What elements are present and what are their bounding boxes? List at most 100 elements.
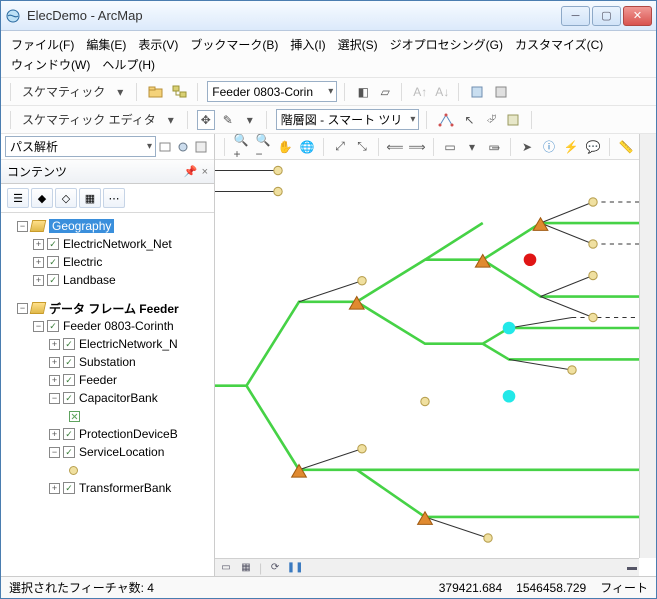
- prev-extent-icon[interactable]: ⟸: [386, 137, 404, 157]
- layout-props-icon[interactable]: [504, 110, 524, 130]
- editor-menu-dd[interactable]: ▾: [162, 110, 180, 130]
- checkbox[interactable]: ✓: [47, 320, 59, 332]
- expand-icon[interactable]: +: [49, 357, 60, 368]
- expand-icon[interactable]: +: [33, 275, 44, 286]
- tab-selection-icon[interactable]: ▦: [79, 188, 101, 208]
- checkbox[interactable]: ✓: [63, 392, 75, 404]
- expand-icon[interactable]: +: [49, 375, 60, 386]
- new-window-icon[interactable]: ◧: [354, 82, 372, 102]
- checkbox[interactable]: ✓: [63, 446, 75, 458]
- menu-view[interactable]: 表示(V): [138, 35, 178, 55]
- select-features-icon[interactable]: ▭: [441, 137, 459, 157]
- menu-bookmarks[interactable]: ブックマーク(B): [190, 35, 278, 55]
- props-1-icon[interactable]: [468, 82, 488, 102]
- cursor-icon[interactable]: ⮰: [482, 110, 500, 130]
- toc-title: コンテンツ: [7, 163, 180, 180]
- tree-layout-icon[interactable]: [436, 110, 456, 130]
- move-tool-icon[interactable]: ✥: [197, 110, 215, 130]
- identify-icon[interactable]: ⓘ: [540, 137, 558, 157]
- status-selected: 選択されたフィーチャ数: 4: [9, 579, 154, 596]
- font-dec-icon: A↓: [433, 82, 451, 102]
- checkbox[interactable]: ✓: [47, 274, 59, 286]
- layers-icon: [30, 220, 47, 232]
- tab-options-icon[interactable]: ⋯: [103, 188, 125, 208]
- toolbar-schematic: スケマティック▾ Feeder 0803-Corin ◧ ▱ A↑ A↓: [1, 78, 656, 106]
- checkbox[interactable]: ✓: [47, 256, 59, 268]
- select-arrow-icon[interactable]: ↖: [460, 110, 478, 130]
- menu-insert[interactable]: 挿入(I): [290, 35, 325, 55]
- checkbox[interactable]: ✓: [63, 356, 75, 368]
- pin-icon[interactable]: 📌: [184, 165, 198, 178]
- map-view[interactable]: 🔍+ 🔍− ✋ 🌐 ⤢ ⤡ ⟸ ⟹ ▭▾ ▭̶ ➤ ⓘ ⚡ 💬 📏: [215, 134, 656, 576]
- titlebar: ElecDemo - ArcMap ─ ▢ ✕: [1, 1, 656, 31]
- props-2-icon[interactable]: [492, 82, 512, 102]
- map-scroll-vertical[interactable]: [639, 134, 656, 558]
- select-dd[interactable]: ▾: [463, 137, 481, 157]
- expand-icon[interactable]: +: [49, 429, 60, 440]
- hyperlink-icon[interactable]: ⚡: [562, 137, 580, 157]
- html-popup-icon[interactable]: 💬: [584, 137, 602, 157]
- layout-dd-label: 階層図 - スマート ツリ: [281, 111, 403, 128]
- pan-icon[interactable]: ✋: [276, 137, 294, 157]
- maximize-button[interactable]: ▢: [592, 6, 621, 26]
- na-dropdown[interactable]: パス解析: [5, 136, 156, 157]
- tab-visibility-icon[interactable]: ◇: [55, 188, 77, 208]
- toc-tree[interactable]: −Geography +✓ElectricNetwork_Net +✓Elect…: [1, 213, 214, 576]
- measure-icon[interactable]: 📏: [617, 137, 635, 157]
- collapse-icon[interactable]: −: [49, 393, 60, 404]
- menu-file[interactable]: ファイル(F): [11, 35, 74, 55]
- expand-icon[interactable]: +: [33, 257, 44, 268]
- checkbox[interactable]: ✓: [63, 338, 75, 350]
- refresh-icon[interactable]: ⟳: [268, 562, 282, 574]
- checkbox[interactable]: ✓: [63, 374, 75, 386]
- expand-icon[interactable]: +: [49, 483, 60, 494]
- open-folder-icon[interactable]: [146, 82, 166, 102]
- folder-tree-icon[interactable]: [170, 82, 190, 102]
- zoom-out-icon[interactable]: 🔍−: [254, 137, 272, 157]
- layer-item: +✓Landbase: [3, 271, 212, 289]
- export-icon[interactable]: ▱: [376, 82, 394, 102]
- tab-draworder-icon[interactable]: ☰: [7, 188, 29, 208]
- feeder-dropdown[interactable]: Feeder 0803-Corin: [207, 81, 337, 102]
- collapse-icon[interactable]: −: [17, 303, 28, 314]
- na-btn3-icon[interactable]: [192, 137, 210, 157]
- edit-dd[interactable]: ▾: [241, 110, 259, 130]
- minimize-button[interactable]: ─: [561, 6, 590, 26]
- collapse-icon[interactable]: −: [17, 221, 28, 232]
- layer-servicelocation: −✓ServiceLocation: [3, 443, 212, 461]
- menu-customize[interactable]: カスタマイズ(C): [515, 35, 603, 55]
- layout-dropdown[interactable]: 階層図 - スマート ツリ: [276, 109, 420, 130]
- checkbox[interactable]: ✓: [63, 482, 75, 494]
- layout-view-icon[interactable]: ▦: [239, 562, 253, 574]
- menu-window[interactable]: ウィンドウ(W): [11, 55, 90, 75]
- na-btn2-icon[interactable]: [174, 137, 192, 157]
- close-button[interactable]: ✕: [623, 6, 652, 26]
- clear-sel-icon[interactable]: ▭̶: [485, 137, 503, 157]
- menu-geoprocessing[interactable]: ジオプロセシング(G): [390, 35, 503, 55]
- scroll-thumb-icon[interactable]: ▬: [625, 562, 639, 574]
- expand-icon[interactable]: +: [33, 239, 44, 250]
- service-symbol-icon: [69, 466, 78, 475]
- pause-icon[interactable]: ❚❚: [288, 562, 302, 574]
- checkbox[interactable]: ✓: [63, 428, 75, 440]
- zoom-to-out-icon[interactable]: ⤡: [353, 137, 371, 157]
- checkbox[interactable]: ✓: [47, 238, 59, 250]
- data-view-icon[interactable]: ▭: [219, 562, 233, 574]
- menu-help[interactable]: ヘルプ(H): [102, 55, 155, 75]
- pointer-icon[interactable]: ➤: [518, 137, 536, 157]
- collapse-icon[interactable]: −: [49, 447, 60, 458]
- tab-source-icon[interactable]: ◆: [31, 188, 53, 208]
- expand-icon[interactable]: +: [49, 339, 60, 350]
- edit-tool-icon[interactable]: ✎: [219, 110, 237, 130]
- capacitor-symbol-icon: [69, 411, 80, 422]
- menu-edit[interactable]: 編集(E): [86, 35, 126, 55]
- zoom-in-icon[interactable]: 🔍+: [232, 137, 250, 157]
- toc-close-icon[interactable]: ×: [202, 166, 208, 178]
- na-btn1-icon[interactable]: [156, 137, 174, 157]
- zoom-to-in-icon[interactable]: ⤢: [331, 137, 349, 157]
- collapse-icon[interactable]: −: [33, 321, 44, 332]
- schematic-menu-dd[interactable]: ▾: [111, 82, 129, 102]
- next-extent-icon[interactable]: ⟹: [408, 137, 426, 157]
- full-extent-icon[interactable]: 🌐: [298, 137, 316, 157]
- menu-selection[interactable]: 選択(S): [338, 35, 378, 55]
